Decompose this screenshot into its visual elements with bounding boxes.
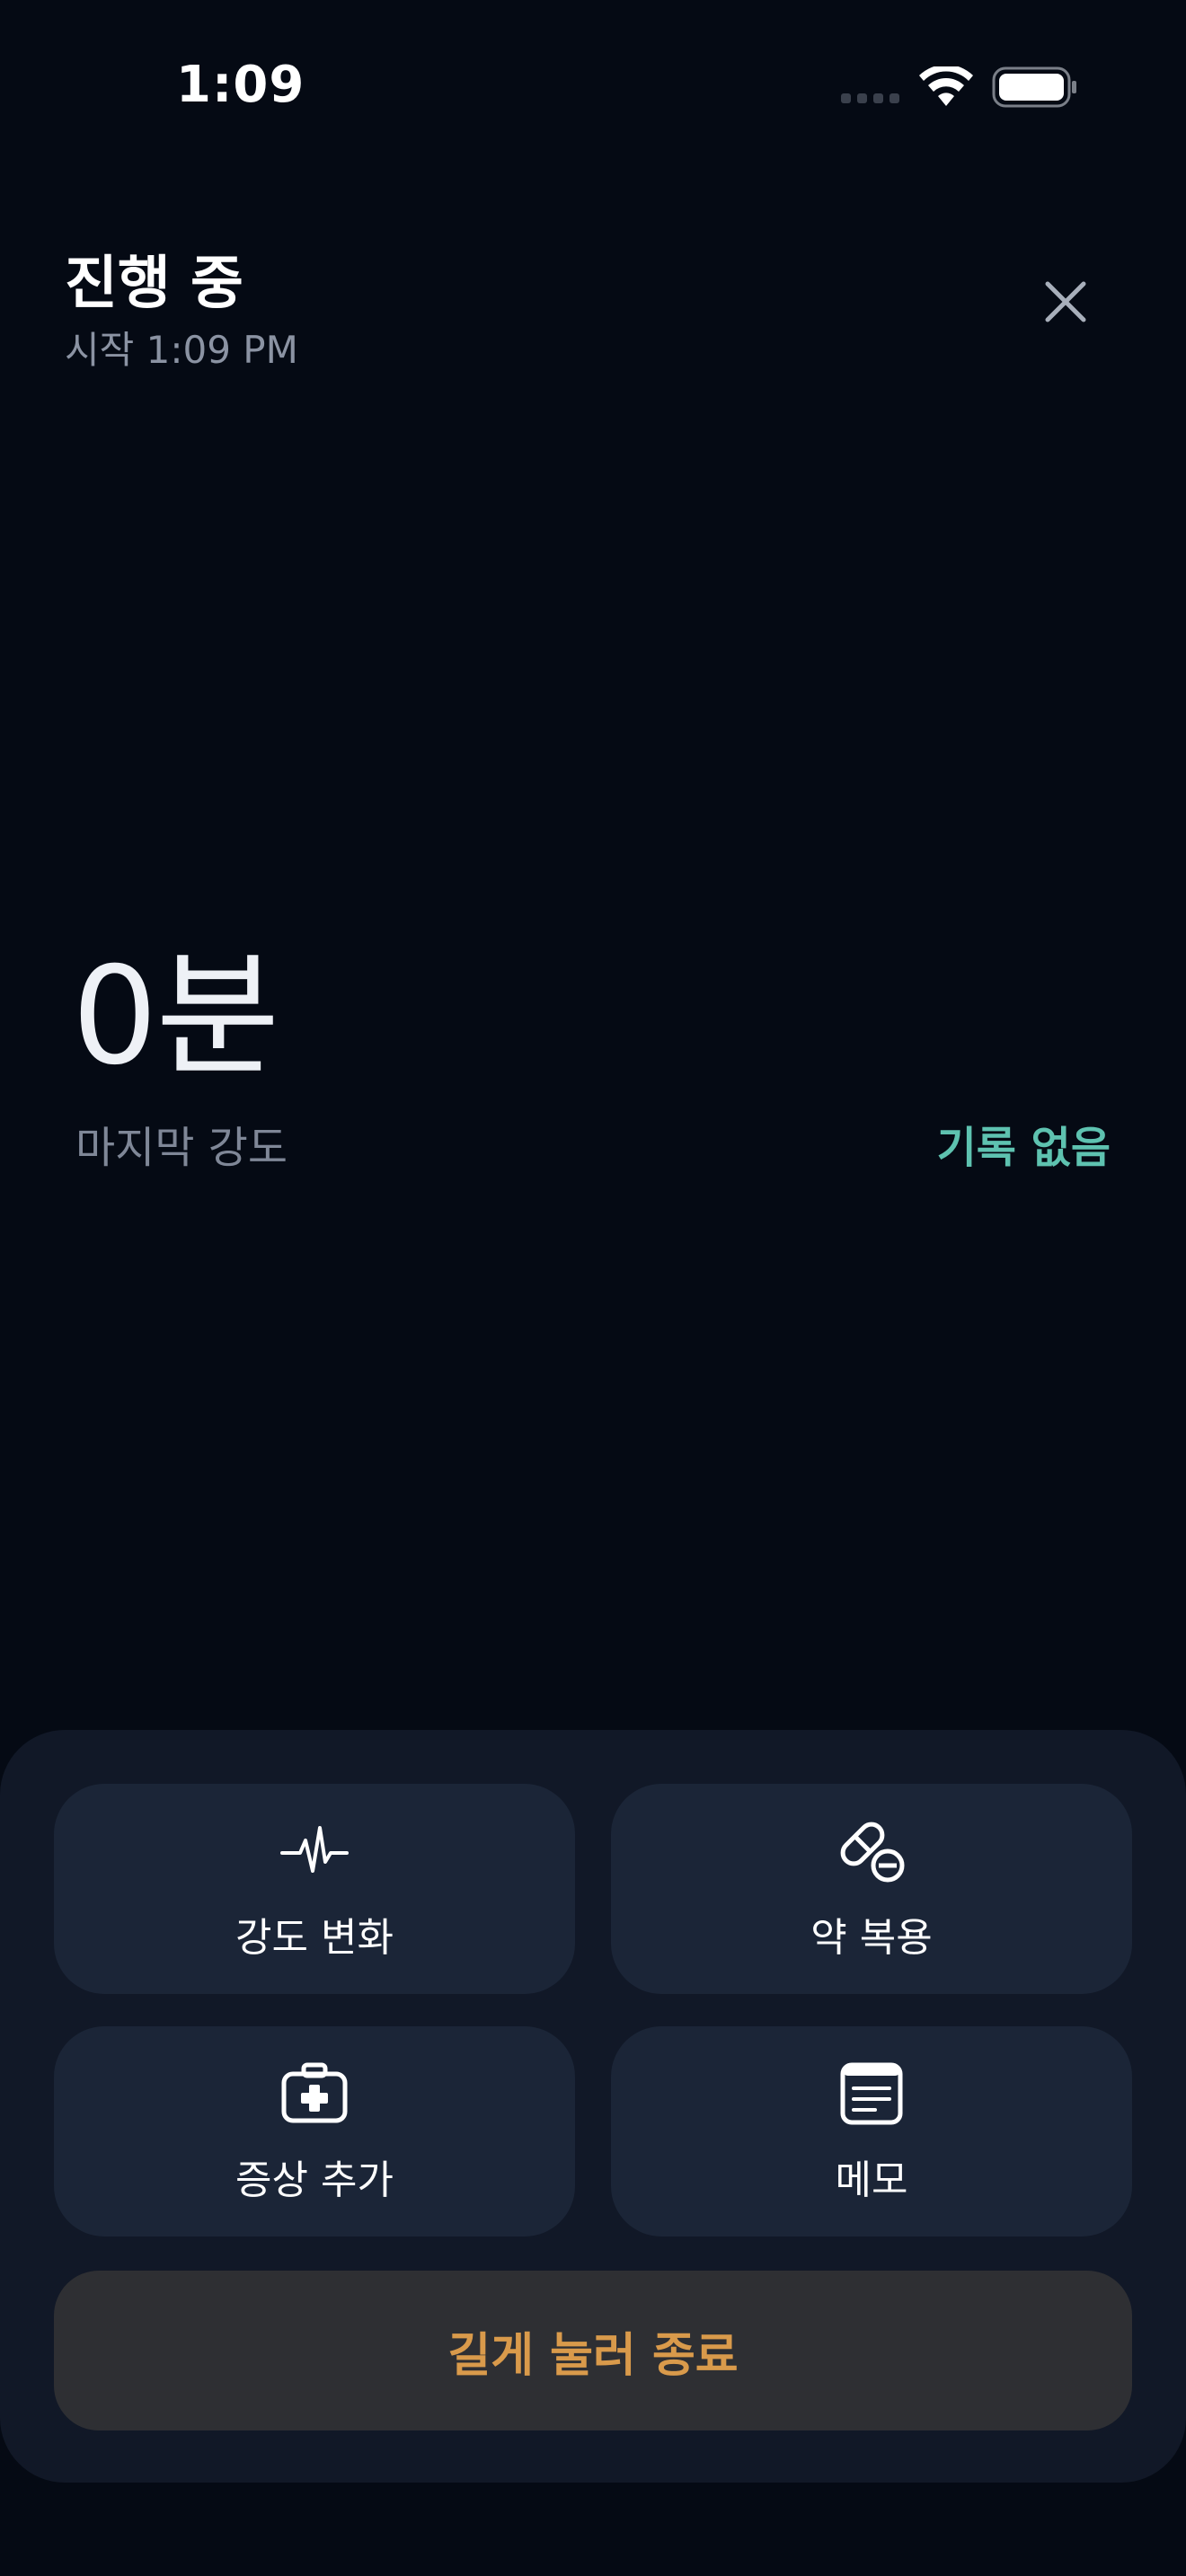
intensity-change-button[interactable]: 강도 변화 [54, 1784, 575, 1994]
end-session-label: 길게 눌러 종료 [447, 2328, 739, 2383]
pill-icon [840, 1822, 905, 1883]
close-button[interactable] [1033, 269, 1098, 334]
add-symptom-button[interactable]: 증상 추가 [54, 2026, 575, 2236]
screen: 1:09 진행 중 시작 1:09 PM 0분 마지막 강도 기록 없음 강도 … [0, 0, 1186, 2576]
start-time-label: 시작 1:09 PM [65, 328, 298, 372]
wifi-icon [919, 66, 973, 106]
last-intensity-label: 마지막 강도 [75, 1123, 288, 1173]
close-icon [1045, 281, 1086, 322]
end-session-button[interactable]: 길게 눌러 종료 [54, 2271, 1132, 2430]
action-panel: 강도 변화 약 복용 증상 추가 메모 길게 눌러 종료 [0, 1730, 1186, 2483]
medication-label: 약 복용 [810, 1915, 933, 1961]
note-icon [840, 2062, 903, 2125]
memo-label: 메모 [835, 2157, 908, 2203]
status-time: 1:09 [176, 56, 305, 114]
page-title: 진행 중 [65, 251, 243, 317]
last-intensity-value: 기록 없음 [936, 1123, 1111, 1173]
intensity-change-label: 강도 변화 [235, 1915, 394, 1961]
memo-button[interactable]: 메모 [611, 2026, 1132, 2236]
medication-button[interactable]: 약 복용 [611, 1784, 1132, 1994]
battery-icon [992, 66, 1076, 108]
elapsed-duration: 0분 [72, 939, 279, 1095]
first-aid-kit-icon [281, 2062, 348, 2123]
cellular-signal-icon [841, 93, 899, 103]
pulse-icon [280, 1826, 349, 1873]
add-symptom-label: 증상 추가 [235, 2157, 394, 2203]
